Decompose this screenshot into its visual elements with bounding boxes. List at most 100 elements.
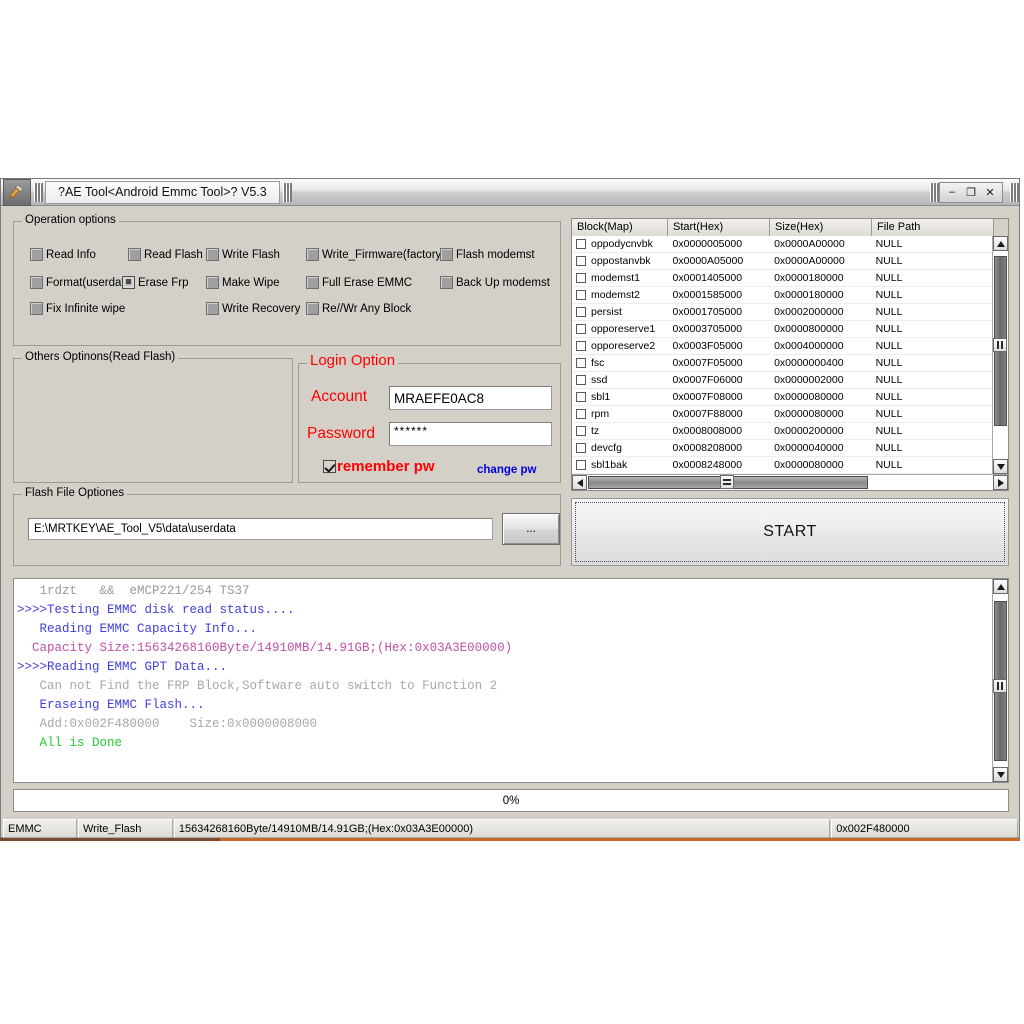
table-cell-text: persist xyxy=(591,306,622,318)
table-hscrollbar-grip[interactable] xyxy=(720,475,734,489)
table-row[interactable]: oppodycnvbk0x00000050000x0000A00000NULL xyxy=(572,236,992,253)
checkbox-box-write-recovery[interactable] xyxy=(206,302,219,315)
log-scroll-up-button[interactable] xyxy=(993,579,1008,594)
table-vertical-scrollbar[interactable] xyxy=(992,236,1008,474)
table-cell-start: 0x0003705000 xyxy=(668,323,770,335)
table-cell-text: oppodycnvbk xyxy=(591,238,653,250)
row-checkbox[interactable] xyxy=(576,307,586,317)
checkbox-box-write-flash[interactable] xyxy=(206,248,219,261)
checkbox-box-format-userdata[interactable] xyxy=(30,276,43,289)
checkbox-write-recovery[interactable]: Write Recovery xyxy=(206,302,300,315)
column-header-start[interactable]: Start(Hex) xyxy=(668,219,770,236)
table-cell-file-path: NULL xyxy=(871,374,992,386)
row-checkbox[interactable] xyxy=(576,409,586,419)
table-scroll-left-button[interactable] xyxy=(572,475,587,490)
checkbox-box-make-wipe[interactable] xyxy=(206,276,219,289)
chevron-up-icon xyxy=(997,241,1005,247)
checkbox-box-flash-modemst[interactable] xyxy=(440,248,453,261)
row-checkbox[interactable] xyxy=(576,375,586,385)
table-row[interactable]: modemst10x00014050000x0000180000NULL xyxy=(572,270,992,287)
checkbox-read-flash[interactable]: Read Flash xyxy=(128,248,203,261)
start-button[interactable]: START xyxy=(571,498,1009,566)
account-input[interactable]: MRAEFE0AC8 xyxy=(389,386,552,410)
log-line: >>>>Reading EMMC GPT Data... xyxy=(17,658,991,677)
table-row[interactable]: fsc0x0007F050000x0000000400NULL xyxy=(572,355,992,372)
column-header-block[interactable]: Block(Map) xyxy=(572,219,668,236)
row-checkbox[interactable] xyxy=(576,239,586,249)
checkbox-write-flash[interactable]: Write Flash xyxy=(206,248,280,261)
log-vertical-scrollbar[interactable] xyxy=(992,579,1008,782)
checkbox-back-up-modemst[interactable]: Back Up modemst xyxy=(440,276,550,289)
checkbox-flash-modemst[interactable]: Flash modemst xyxy=(440,248,535,261)
flash-file-options-title: Flash File Optiones xyxy=(22,487,127,499)
row-checkbox[interactable] xyxy=(576,324,586,334)
checkbox-format-userdata[interactable]: Format(userdata) xyxy=(30,276,135,289)
checkbox-box-read-info[interactable] xyxy=(30,248,43,261)
chevron-up-icon xyxy=(997,584,1005,590)
remember-pw-checkbox[interactable]: remember pw xyxy=(323,458,435,475)
row-checkbox[interactable] xyxy=(576,426,586,436)
partition-table[interactable]: Block(Map) Start(Hex) Size(Hex) File Pat… xyxy=(571,218,1009,491)
checkbox-box-write-firmware[interactable] xyxy=(306,248,319,261)
checkbox-label: Back Up modemst xyxy=(456,277,550,289)
remember-pw-label: remember pw xyxy=(337,458,435,475)
row-checkbox[interactable] xyxy=(576,273,586,283)
table-scroll-up-button[interactable] xyxy=(993,236,1008,251)
table-row[interactable]: modemst20x00015850000x0000180000NULL xyxy=(572,287,992,304)
checkbox-read-info[interactable]: Read Info xyxy=(30,248,96,261)
password-input[interactable]: ****** xyxy=(389,422,552,446)
checkbox-box-erase-frp[interactable] xyxy=(122,276,135,289)
column-header-file-path[interactable]: File Path xyxy=(872,219,994,236)
row-checkbox[interactable] xyxy=(576,443,586,453)
table-row[interactable]: opporeserve10x00037050000x0000800000NULL xyxy=(572,321,992,338)
checkbox-make-wipe[interactable]: Make Wipe xyxy=(206,276,280,289)
table-scroll-right-button[interactable] xyxy=(993,475,1008,490)
log-scrollbar-grip[interactable] xyxy=(993,679,1007,693)
table-scrollbar-grip[interactable] xyxy=(993,338,1007,352)
window-title: ?AE Tool<Android Emmc Tool>? V5.3 xyxy=(45,181,280,204)
table-row[interactable]: opporeserve20x0003F050000x0004000000NULL xyxy=(572,338,992,355)
close-icon[interactable]: ✕ xyxy=(982,185,998,200)
checkbox-box-back-up-modemst[interactable] xyxy=(440,276,453,289)
table-row[interactable]: oppostanvbk0x0000A050000x0000A00000NULL xyxy=(572,253,992,270)
remember-pw-box[interactable] xyxy=(323,460,336,473)
table-cell-start: 0x0001585000 xyxy=(668,289,770,301)
table-scroll-down-button[interactable] xyxy=(993,459,1008,474)
checkbox-box-rewrite-any-block[interactable] xyxy=(306,302,319,315)
log-scroll-down-button[interactable] xyxy=(993,767,1008,782)
checkbox-erase-frp[interactable]: Erase Frp xyxy=(122,276,189,289)
window-controls: – ❐ ✕ xyxy=(939,182,1003,203)
table-row[interactable]: devcfg0x00082080000x0000040000NULL xyxy=(572,440,992,457)
checkbox-label: Erase Frp xyxy=(138,277,189,289)
checkbox-full-erase-emmc[interactable]: Full Erase EMMC xyxy=(306,276,412,289)
checkbox-fix-infinite-wipe[interactable]: Fix Infinite wipe xyxy=(30,302,125,315)
row-checkbox[interactable] xyxy=(576,341,586,351)
table-cell-size: 0x0000180000 xyxy=(769,272,871,284)
row-checkbox[interactable] xyxy=(576,290,586,300)
row-checkbox[interactable] xyxy=(576,256,586,266)
table-horizontal-scrollbar[interactable] xyxy=(572,474,1008,490)
table-cell-size: 0x0000180000 xyxy=(769,289,871,301)
checkbox-write-firmware-factory[interactable]: Write_Firmware(factory) xyxy=(306,248,445,261)
table-row[interactable]: sbl1bak0x00082480000x0000080000NULL xyxy=(572,457,992,474)
change-pw-link[interactable]: change pw xyxy=(477,464,536,476)
flash-file-path-input[interactable]: E:\MRTKEY\AE_Tool_V5\data\userdata xyxy=(28,518,493,540)
checkbox-box-fix-infinite-wipe[interactable] xyxy=(30,302,43,315)
checkbox-rewrite-any-block[interactable]: Re//Wr Any Block xyxy=(306,302,411,315)
table-row[interactable]: rpm0x0007F880000x0000080000NULL xyxy=(572,406,992,423)
browse-button[interactable]: ... xyxy=(502,513,560,545)
table-row[interactable]: tz0x00080080000x0000200000NULL xyxy=(572,423,992,440)
column-header-size[interactable]: Size(Hex) xyxy=(770,219,872,236)
checkbox-box-full-erase-emmc[interactable] xyxy=(306,276,319,289)
table-row[interactable]: sbl10x0007F080000x0000080000NULL xyxy=(572,389,992,406)
table-cell-block: modemst2 xyxy=(572,289,668,301)
log-output-panel[interactable]: 1rdzt && eMCP221/254 TS37>>>>Testing EMM… xyxy=(13,578,1009,783)
row-checkbox[interactable] xyxy=(576,358,586,368)
maximize-icon[interactable]: ❐ xyxy=(963,185,979,200)
minimize-icon[interactable]: – xyxy=(944,185,960,200)
checkbox-box-read-flash[interactable] xyxy=(128,248,141,261)
table-row[interactable]: persist0x00017050000x0002000000NULL xyxy=(572,304,992,321)
row-checkbox[interactable] xyxy=(576,460,586,470)
row-checkbox[interactable] xyxy=(576,392,586,402)
table-row[interactable]: ssd0x0007F060000x0000002000NULL xyxy=(572,372,992,389)
